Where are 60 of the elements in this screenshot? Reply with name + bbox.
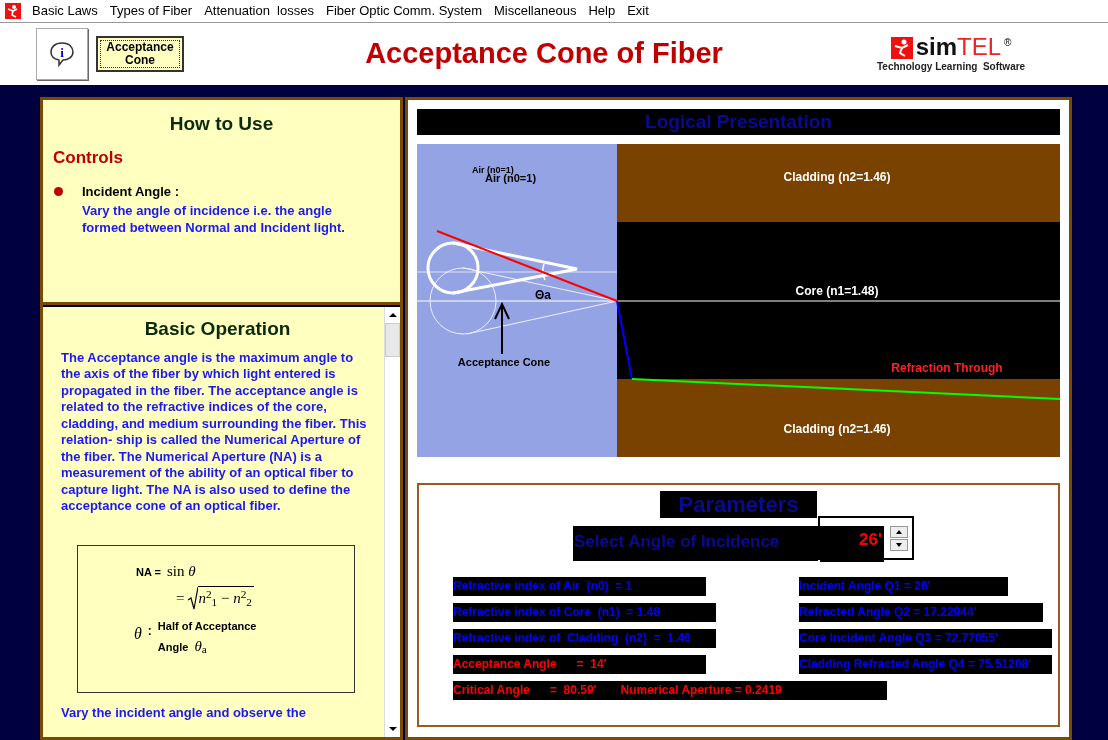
parameter-value: Cladding Refracted Angle Q4 = 75.51208' (799, 655, 1052, 674)
parameter-value: Refractive index of Air (n0) = 1 (453, 577, 706, 596)
menu-item[interactable]: Types of Fiber (103, 1, 199, 21)
down-triangle-icon (896, 543, 902, 547)
decrement-button[interactable] (890, 539, 908, 551)
formula-term: sin θ (166, 561, 196, 581)
formula-term: θ (134, 624, 142, 644)
increment-button[interactable] (890, 526, 908, 538)
parameter-value: Core Incident Angle Q3 = 72.77055' (799, 629, 1052, 648)
radical-sign-icon (188, 586, 199, 610)
section-heading: Controls (53, 146, 124, 169)
formula-term: θ$_{a}$ (194, 636, 207, 657)
up-arrow (494, 301, 510, 355)
info-button[interactable]: i (36, 28, 88, 80)
parameter-value: Critical Angle = 80.59' (453, 682, 597, 699)
formula-term: = (176, 588, 185, 608)
core-label: Core (n1=1.48) (795, 284, 879, 298)
angle-value: 26' (820, 526, 884, 562)
angle-label: Θa (535, 288, 551, 302)
formula-term: NA = (136, 564, 161, 580)
parameter-value: Acceptance Angle = 14' (453, 655, 706, 674)
bullet-icon (54, 187, 63, 196)
formula-note: Half of Acceptance (157, 619, 257, 634)
panel-heading: How to Use (168, 112, 275, 136)
menu-item[interactable]: Exit (621, 1, 655, 21)
cladding-label: Cladding (n2=1.46) (783, 170, 891, 184)
app-icon (5, 3, 21, 19)
angle-label: Select Angle of Incidence (573, 526, 818, 561)
description-paragraph: The Acceptance angle is the maximum angle to the axis of the fiber by which light entered is propagated in the fiber. The acceptance angle is related to the refractive indices of the core, cladding, and medium surrounding the fiber. This relation- ship is called the Numerical Aperture of the fiber. The Numerical Aperture (NA) is a measurement of the ability of an optical fiber to capture light. The NA is also used to define the acceptance cone of an optical fiber. (61, 349, 368, 515)
parameter-value: Numerical Aperture = 0.2419 (620, 682, 782, 699)
control-name: Incident Angle : (82, 183, 181, 201)
menu-item[interactable]: Fiber Optic Comm. System (320, 1, 488, 21)
logo-tagline: Technology Learning Software (877, 59, 1026, 74)
info-speech-bubble-icon: i (48, 40, 76, 68)
panel-heading: Basic Operation (143, 317, 292, 341)
formula-note: Angle (157, 639, 189, 655)
menu-item[interactable]: Basic Laws (26, 1, 104, 21)
registered-mark: ® (1004, 35, 1012, 50)
refraction-label: Refraction Through (891, 361, 1003, 375)
logo-wordmark: simTEL (915, 34, 1002, 59)
page-title: Acceptance Cone of Fiber (364, 36, 724, 72)
up-triangle-icon (896, 530, 902, 534)
description-paragraph: Vary the incident angle and observe the (61, 703, 307, 722)
parameters-title: Parameters (660, 491, 817, 518)
menu-item[interactable]: Help (582, 1, 622, 21)
section-title-bar: Logical Presentation (417, 109, 1060, 135)
air-label: Air (n0=1) (472, 165, 514, 175)
menu-item[interactable]: Miscellaneous (488, 1, 583, 21)
parameter-value: Refractive index of Cladding (n2) = 1.46 (453, 629, 716, 648)
parameter-value: Refracted Angle Q2 = 17.22944' (799, 603, 1043, 622)
acceptance-cone-button[interactable]: Acceptance Cone (96, 36, 184, 72)
formula-term: : (147, 623, 152, 640)
menu-item[interactable]: Attenuation losses (198, 1, 320, 21)
cone-label: Acceptance Cone (457, 356, 551, 368)
parameter-value: Refractive index of Core (n1) = 1.48 (453, 603, 716, 622)
angle-spinner[interactable]: 26' (818, 516, 914, 560)
parameter-value: Incident Angle Q1 = 26' (799, 577, 1008, 596)
scroll-thumb[interactable] (385, 323, 400, 357)
cladding-label: Cladding (n2=1.46) (783, 422, 891, 436)
control-description: Vary the angle of incidence i.e. the angle formed between Normal and Incident light. (82, 201, 346, 236)
